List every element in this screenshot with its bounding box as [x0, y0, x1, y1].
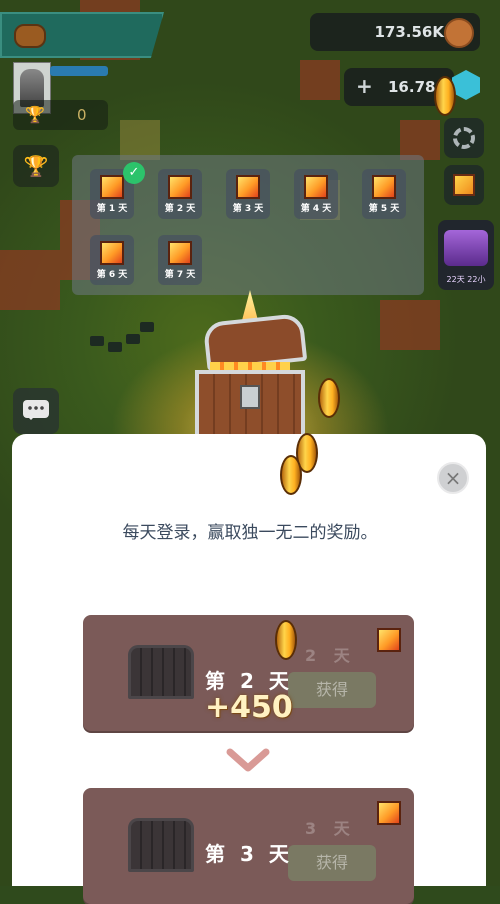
chat-dots	[27, 406, 45, 410]
calendar-day-label: 第 2 天	[164, 204, 196, 214]
reward-cube-icon	[377, 801, 401, 825]
gem-amount: 16.78	[388, 78, 436, 96]
trophy-counter[interactable]: 🏆 0	[13, 100, 108, 130]
calendar-day-4[interactable]: 第 4 天	[294, 169, 338, 219]
currency-bar[interactable]: 173.56K	[310, 13, 480, 51]
add-gems-button[interactable]: +	[356, 74, 373, 98]
player-banner[interactable]	[0, 12, 164, 58]
calendar-day-label: 第 3 天	[232, 204, 264, 214]
calendar-day-2[interactable]: 第 2 天	[158, 169, 202, 219]
reward-cube-icon	[304, 175, 328, 199]
gear-icon	[453, 127, 475, 149]
claim-button[interactable]: 获得	[288, 672, 376, 708]
event-timer: 22天 22小	[446, 275, 486, 284]
reward-card-day-3[interactable]: 第 3 天 3 天 获得	[83, 788, 414, 904]
check-icon: ✓	[123, 162, 145, 184]
calendar-day-label: 第 1 天	[96, 204, 128, 214]
reward-cube-icon	[453, 174, 475, 196]
reward-cube-icon	[168, 175, 192, 199]
claim-button[interactable]: 获得	[288, 845, 376, 881]
settings-button[interactable]	[444, 118, 484, 158]
reward-cube-icon	[100, 175, 124, 199]
reward-cube-icon	[377, 628, 401, 652]
trophy-icon: 🏆	[23, 154, 49, 178]
reward-cube-icon	[100, 241, 124, 265]
calendar-day-5[interactable]: 第 5 天	[362, 169, 406, 219]
event-chest-icon	[444, 230, 488, 266]
reward-cube-icon	[236, 175, 260, 199]
reward-cube-icon	[372, 175, 396, 199]
token-icon	[14, 24, 46, 48]
login-message: 每天登录，赢取独一无二的奖励。	[122, 523, 378, 543]
treasure-chest-icon	[128, 818, 194, 872]
reward-popup: +450	[205, 690, 293, 725]
treasure-chest-icon	[128, 645, 194, 699]
coin-icon	[280, 455, 302, 495]
card-ghost-label: 3 天	[305, 819, 356, 838]
coin-icon	[444, 18, 474, 48]
close-button[interactable]: ×	[437, 462, 469, 494]
chat-icon	[23, 400, 49, 420]
card-day-label: 第 3 天	[205, 842, 293, 866]
trophy-icon: 🏆	[25, 105, 45, 124]
shop-box-button[interactable]	[444, 165, 484, 205]
coin-icon	[318, 378, 340, 418]
calendar-day-label: 第 7 天	[164, 270, 196, 280]
chevron-down-icon	[226, 748, 270, 772]
calendar-day-3[interactable]: 第 3 天	[226, 169, 270, 219]
coin-icon	[275, 620, 297, 660]
event-chest-button[interactable]: 22天 22小	[438, 220, 494, 290]
enemy-unit	[90, 336, 104, 346]
chest-lock	[240, 385, 260, 409]
calendar-day-6[interactable]: 第 6 天	[90, 235, 134, 285]
calendar-day-label: 第 5 天	[368, 204, 400, 214]
coin-icon	[434, 76, 456, 116]
calendar-day-label: 第 4 天	[300, 204, 332, 214]
calendar-day-7[interactable]: 第 7 天	[158, 235, 202, 285]
reward-cube-icon	[168, 241, 192, 265]
currency-amount: 173.56K	[374, 23, 444, 41]
experience-bar	[50, 66, 108, 76]
chat-button[interactable]	[13, 388, 59, 434]
calendar-day-label: 第 6 天	[96, 270, 128, 280]
rank-button[interactable]: 🏆	[13, 145, 59, 187]
trophy-count: 0	[77, 106, 87, 124]
card-ghost-label: 2 天	[305, 646, 356, 665]
